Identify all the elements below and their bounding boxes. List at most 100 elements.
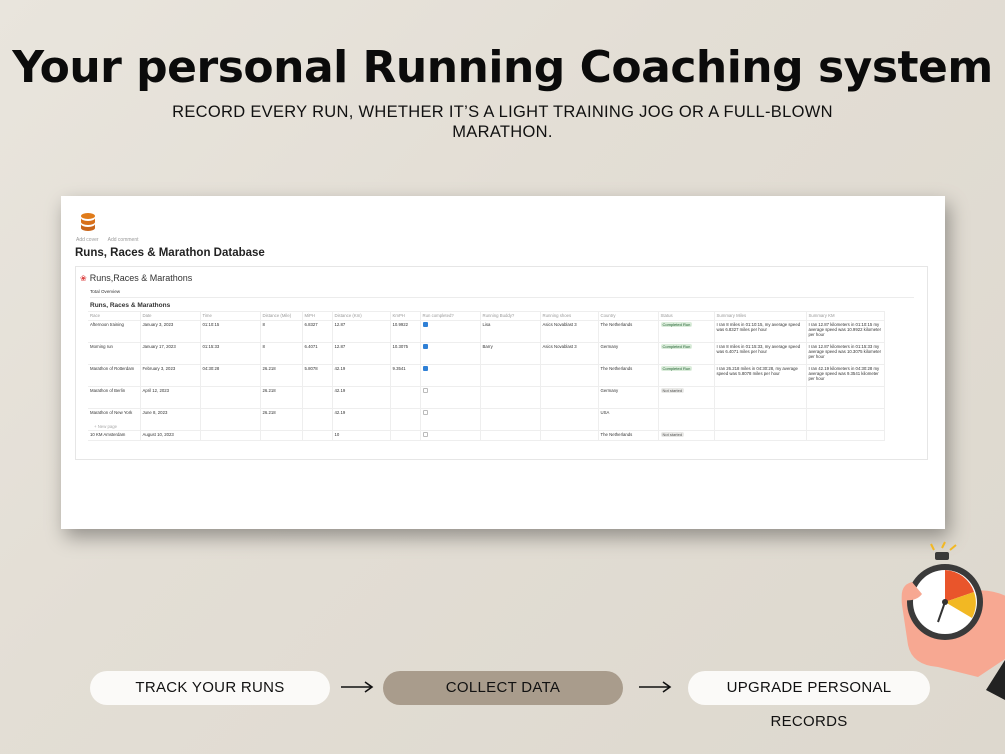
column-header[interactable]: Date — [140, 311, 201, 321]
cell-dist-km[interactable]: 10 — [332, 430, 391, 441]
cell-country[interactable]: The Netherlands — [598, 364, 659, 387]
cell-dist-mi[interactable]: 26.218 — [260, 386, 303, 409]
cell-time[interactable]: 01:15:33 — [200, 342, 261, 365]
cell-buddy[interactable] — [480, 364, 541, 387]
cell-dist-km[interactable]: 12.87 — [332, 342, 391, 365]
run-completed-checkbox[interactable] — [422, 388, 428, 393]
cell-status[interactable] — [658, 408, 715, 431]
tab-total-overview[interactable]: Total Overview — [90, 289, 120, 294]
cell-date[interactable]: January 3, 2023 — [140, 320, 201, 343]
cell-time[interactable]: 04:30:28 — [200, 364, 261, 387]
column-header[interactable]: Summary Miles — [714, 311, 807, 321]
cell-race[interactable]: Marathon of Berlin — [88, 386, 141, 409]
cell-dist-km[interactable]: 42.19 — [332, 386, 391, 409]
run-completed-checkbox[interactable] — [422, 366, 428, 371]
cell-country[interactable]: The Netherlands — [598, 320, 659, 343]
column-header[interactable]: Running shoes — [540, 311, 599, 321]
cell-miph[interactable] — [302, 430, 333, 441]
cell-dist-km[interactable]: 12.87 — [332, 320, 391, 343]
cell-dist-mi[interactable]: 8 — [260, 342, 303, 365]
cell-summary-km[interactable] — [806, 408, 885, 431]
cell-kmph[interactable]: 10.3075 — [390, 342, 421, 365]
cell-summary-km[interactable]: I ran 42.19 kilometers in 04:30:28 my av… — [806, 364, 885, 387]
cell-dist-km[interactable]: 42.19 — [332, 364, 391, 387]
cell-buddy[interactable]: Lisa — [480, 320, 541, 343]
cell-status[interactable]: Completed Run — [658, 364, 715, 387]
table-row[interactable]: 10 KM Amsterdam August 10, 2023 10 The Neth… — [88, 430, 885, 441]
run-completed-checkbox[interactable] — [422, 410, 428, 415]
cell-race[interactable]: Marathon of Rotterdam — [88, 364, 141, 387]
column-header[interactable]: Time — [200, 311, 261, 321]
cell-completed[interactable] — [420, 408, 481, 431]
cell-status[interactable]: Completed Run — [658, 320, 715, 343]
cell-date[interactable]: August 10, 2023 — [140, 430, 201, 441]
column-header[interactable]: Distance (Km) — [332, 311, 391, 321]
table-row[interactable]: Marathon of New York June 8, 2023 26.218 42… — [88, 408, 885, 431]
cell-country[interactable]: USA — [598, 408, 659, 431]
add-comment-link[interactable]: Add comment — [108, 237, 139, 243]
cell-completed[interactable] — [420, 430, 481, 441]
cell-race[interactable]: Afternoon training — [88, 320, 141, 343]
cell-dist-mi[interactable]: 26.218 — [260, 408, 303, 431]
cell-completed[interactable] — [420, 364, 481, 387]
cell-country[interactable]: Germany — [598, 342, 659, 365]
cell-completed[interactable] — [420, 320, 481, 343]
column-header[interactable]: Run completed? — [420, 311, 481, 321]
cell-kmph[interactable] — [390, 386, 421, 409]
cell-date[interactable]: February 3, 2023 — [140, 364, 201, 387]
cell-shoes[interactable]: Asics Novablast 3 — [540, 320, 599, 343]
cell-race[interactable]: Morning run — [88, 342, 141, 365]
cell-shoes[interactable] — [540, 386, 599, 409]
cell-status[interactable]: Not started — [658, 430, 715, 441]
cell-miph[interactable] — [302, 386, 333, 409]
cell-summary-mi[interactable]: I ran 8 miles in 01:10:15, my average sp… — [714, 320, 807, 343]
new-page-button[interactable]: + New page — [94, 424, 117, 429]
cell-summary-km[interactable] — [806, 430, 885, 441]
cell-date[interactable]: April 12, 2023 — [140, 386, 201, 409]
cell-kmph[interactable]: 10.9922 — [390, 320, 421, 343]
cell-dist-mi[interactable] — [260, 430, 303, 441]
add-cover-link[interactable]: Add cover — [76, 237, 99, 243]
cell-status[interactable]: Not started — [658, 386, 715, 409]
column-header[interactable]: MiPH — [302, 311, 333, 321]
cell-completed[interactable] — [420, 342, 481, 365]
cell-shoes[interactable]: Asics Novablast 3 — [540, 342, 599, 365]
cell-country[interactable]: The Netherlands — [598, 430, 659, 441]
cell-miph[interactable]: 5.8078 — [302, 364, 333, 387]
cell-miph[interactable] — [302, 408, 333, 431]
cell-status[interactable]: Completed Run — [658, 342, 715, 365]
column-header[interactable]: Race — [88, 311, 141, 321]
cell-summary-km[interactable]: I ran 12.87 kilometers in 01:15:33 my av… — [806, 342, 885, 365]
cell-shoes[interactable] — [540, 430, 599, 441]
column-header[interactable]: Country — [598, 311, 659, 321]
cell-kmph[interactable] — [390, 430, 421, 441]
cell-time[interactable]: 01:10:15 — [200, 320, 261, 343]
column-header[interactable]: Distance (Mile) — [260, 311, 303, 321]
cell-summary-mi[interactable] — [714, 430, 807, 441]
cell-race[interactable]: 10 KM Amsterdam — [88, 430, 141, 441]
table-row[interactable]: Afternoon training January 3, 2023 01:10:1… — [88, 320, 885, 343]
cell-summary-mi[interactable]: I ran 26.218 miles in 04:30:28, my avera… — [714, 364, 807, 387]
cell-summary-mi[interactable] — [714, 386, 807, 409]
cell-buddy[interactable] — [480, 386, 541, 409]
cell-time[interactable] — [200, 430, 261, 441]
cell-summary-km[interactable] — [806, 386, 885, 409]
cell-date[interactable]: June 8, 2023 — [140, 408, 201, 431]
cell-miph[interactable]: 6.8327 — [302, 320, 333, 343]
table-row[interactable]: Marathon of Rotterdam February 3, 2023 04:… — [88, 364, 885, 387]
run-completed-checkbox[interactable] — [422, 344, 428, 349]
cell-shoes[interactable] — [540, 408, 599, 431]
cell-summary-mi[interactable] — [714, 408, 807, 431]
cell-time[interactable] — [200, 408, 261, 431]
cell-summary-km[interactable]: I ran 12.87 kilometers in 01:10:15 my av… — [806, 320, 885, 343]
cell-dist-mi[interactable]: 8 — [260, 320, 303, 343]
cell-time[interactable] — [200, 386, 261, 409]
cell-miph[interactable]: 6.4071 — [302, 342, 333, 365]
column-header[interactable]: Running Buddy? — [480, 311, 541, 321]
table-row[interactable]: Morning run January 17, 2023 01:15:33 8 6.40… — [88, 342, 885, 365]
cell-kmph[interactable] — [390, 408, 421, 431]
cell-country[interactable]: Germany — [598, 386, 659, 409]
run-completed-checkbox[interactable] — [422, 322, 428, 327]
cell-completed[interactable] — [420, 386, 481, 409]
cell-date[interactable]: January 17, 2023 — [140, 342, 201, 365]
